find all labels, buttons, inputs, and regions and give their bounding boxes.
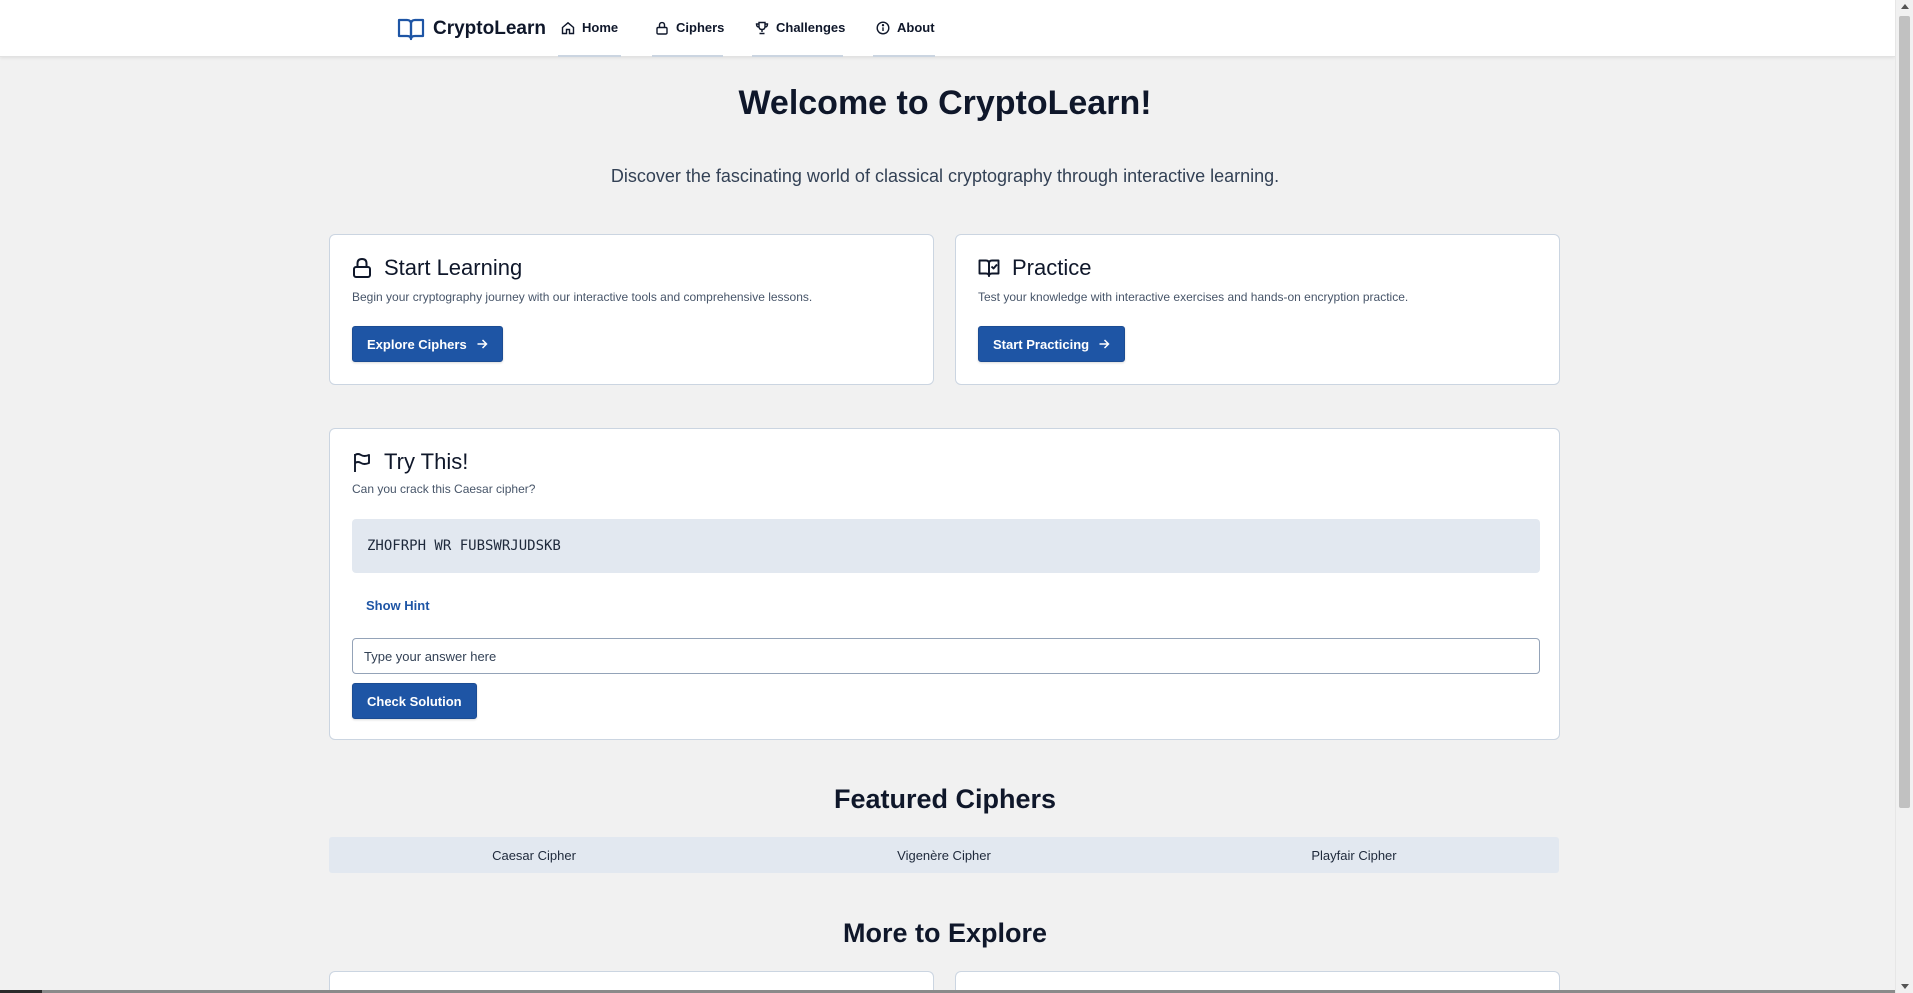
brand-logo-link[interactable]: CryptoLearn bbox=[397, 14, 546, 44]
button-label: Explore Ciphers bbox=[367, 336, 467, 352]
nav-item-label: Challenges bbox=[776, 20, 846, 35]
card-title: Practice bbox=[1012, 255, 1092, 280]
nav-item-ciphers[interactable]: Ciphers bbox=[652, 0, 725, 57]
card-title: Start Learning bbox=[384, 255, 523, 280]
trophy-icon bbox=[755, 21, 769, 34]
nav-item-label: About bbox=[897, 20, 935, 35]
top-navbar: CryptoLearn Home Ciphers Challenges Abou… bbox=[0, 0, 1895, 57]
button-label: Check Solution bbox=[367, 693, 462, 709]
nav-item-home[interactable]: Home bbox=[558, 0, 621, 57]
more-to-explore-title: More to Explore bbox=[842, 918, 1048, 948]
card-title: Try This! bbox=[384, 449, 469, 474]
ciphertext-display: ZHOFRPH WR FUBSWRJUDSKB bbox=[352, 519, 1540, 573]
try-this-card: Try This! Can you crack this Caesar ciph… bbox=[329, 428, 1560, 740]
card-description: Test your knowledge with interactive exe… bbox=[978, 290, 1409, 304]
card-header: Try This! bbox=[352, 449, 468, 475]
card-description: Can you crack this Caesar cipher? bbox=[352, 482, 536, 496]
cipher-tabs: Caesar Cipher Vigenère Cipher Playfair C… bbox=[329, 837, 1559, 873]
nav-item-about[interactable]: About bbox=[873, 0, 935, 57]
book-check-icon bbox=[978, 259, 1000, 277]
scroll-up-arrow-icon[interactable] bbox=[1901, 4, 1909, 9]
arrow-right-icon bbox=[477, 339, 488, 349]
page-subtitle: Discover the fascinating world of classi… bbox=[610, 166, 1280, 186]
nav-item-label: Home bbox=[582, 20, 619, 35]
info-icon bbox=[876, 20, 890, 35]
explore-ciphers-button[interactable]: Explore Ciphers bbox=[352, 326, 503, 362]
featured-ciphers-title: Featured Ciphers bbox=[833, 784, 1057, 814]
brand-name: CryptoLearn bbox=[433, 18, 546, 39]
start-practicing-button[interactable]: Start Practicing bbox=[978, 326, 1126, 362]
nav-item-label: Ciphers bbox=[676, 20, 725, 35]
card-description: Begin your cryptography journey with our… bbox=[352, 290, 813, 304]
tab-caesar-cipher[interactable]: Caesar Cipher bbox=[329, 837, 739, 873]
start-learning-card: Start Learning Begin your cryptography j… bbox=[329, 234, 934, 385]
practice-card: Practice Test your knowledge with intera… bbox=[955, 234, 1560, 385]
lock-icon bbox=[353, 257, 371, 278]
arrow-right-icon bbox=[1099, 339, 1110, 349]
home-icon bbox=[561, 21, 575, 34]
book-open-icon bbox=[397, 18, 425, 41]
show-hint-button[interactable]: Show Hint bbox=[366, 598, 430, 613]
answer-input[interactable] bbox=[352, 638, 1540, 674]
tab-vigenere-cipher[interactable]: Vigenère Cipher bbox=[739, 837, 1149, 873]
page-scrollbar[interactable] bbox=[1895, 0, 1913, 993]
lock-icon bbox=[656, 21, 668, 35]
scroll-down-arrow-icon[interactable] bbox=[1901, 984, 1909, 989]
tab-playfair-cipher[interactable]: Playfair Cipher bbox=[1149, 837, 1559, 873]
card-header: Practice bbox=[978, 255, 1091, 281]
page-title: Welcome to CryptoLearn! bbox=[738, 84, 1152, 122]
button-label: Start Practicing bbox=[993, 336, 1090, 352]
check-solution-button[interactable]: Check Solution bbox=[352, 683, 477, 719]
card-header: Start Learning bbox=[352, 255, 522, 281]
flag-icon bbox=[354, 453, 370, 472]
scrollbar-thumb[interactable] bbox=[1899, 16, 1910, 808]
nav-item-challenges[interactable]: Challenges bbox=[752, 0, 846, 57]
